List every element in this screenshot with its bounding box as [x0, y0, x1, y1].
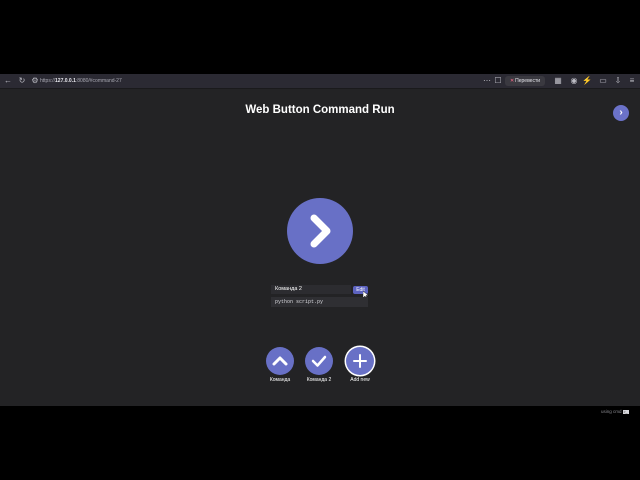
command-circle[interactable] [266, 347, 294, 375]
more-icon[interactable]: ⋯ [482, 76, 492, 86]
chevron-right-icon: › [619, 107, 623, 118]
url-rest: :8080/#command-27 [75, 78, 122, 84]
command-button-label: Команда 2 [306, 377, 332, 383]
reload-icon[interactable]: ↻ [17, 76, 27, 86]
check-icon [311, 355, 327, 367]
profile-icon[interactable]: ◉ [569, 76, 579, 86]
menu-icon[interactable]: ≡ [627, 76, 637, 86]
browser-toolbar: ← ↻ ⚙ https://127.0.0.1:8080/#command-27… [0, 74, 640, 89]
chevron-up-icon [272, 356, 288, 366]
back-arrow-icon[interactable]: ← [3, 76, 13, 86]
url-host: 127.0.0.1 [55, 78, 76, 84]
translate-icon: ✕ [509, 78, 515, 84]
browser-window: ← ↻ ⚙ https://127.0.0.1:8080/#command-27… [0, 74, 640, 414]
tabs-icon[interactable]: ▭ [598, 76, 608, 86]
bookmark-icon[interactable]: ☐ [493, 76, 503, 86]
add-new-label: Add new [350, 377, 370, 383]
extensions-icon[interactable]: ▦ [553, 76, 563, 86]
terminal-icon: >_ [622, 409, 629, 414]
footer-text: using cmd [601, 409, 622, 414]
translate-label: Перевести [515, 78, 541, 84]
command-button-2[interactable]: Команда 2 [299, 347, 339, 383]
browser-menu-icon[interactable]: ⚡ [582, 76, 592, 86]
url-prefix: https:// [40, 78, 56, 84]
page-content: Web Button Command Run › Команда 2 Edit … [0, 89, 640, 414]
run-command-button[interactable] [287, 198, 353, 264]
page-title: Web Button Command Run [245, 104, 395, 116]
plus-icon [353, 354, 367, 368]
command-button-label: Команда [269, 377, 291, 383]
address-bar[interactable]: https://127.0.0.1:8080/#command-27 [40, 76, 122, 86]
translate-button[interactable]: ✕Перевести [505, 76, 545, 86]
command-button-1[interactable]: Команда [260, 347, 300, 383]
footer-note: using cmd >_ [601, 409, 629, 414]
chevron-right-large-icon [310, 214, 331, 248]
command-text-field[interactable]: python script.py [271, 297, 368, 307]
command-name-field[interactable]: Команда 2 [271, 285, 351, 294]
command-circle[interactable] [305, 347, 333, 375]
downloads-icon[interactable]: ⇩ [613, 76, 623, 86]
next-button[interactable]: › [613, 105, 629, 121]
add-circle[interactable] [346, 347, 374, 375]
add-new-button[interactable]: Add new [340, 347, 380, 383]
site-info-icon[interactable]: ⚙ [30, 76, 40, 86]
